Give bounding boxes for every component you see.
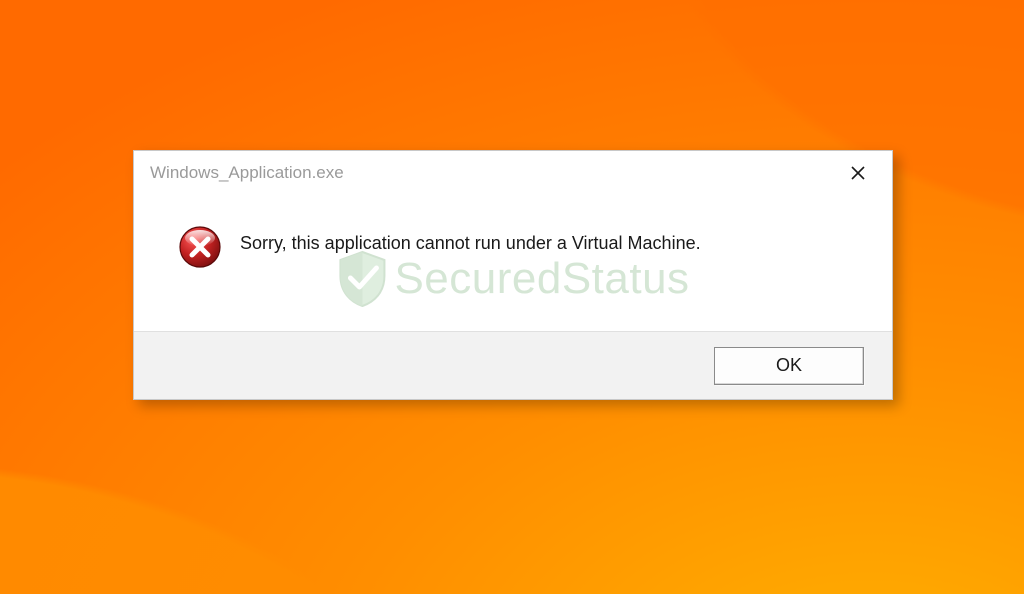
watermark-text: SecuredStatus bbox=[394, 254, 689, 304]
shield-check-icon bbox=[336, 250, 388, 308]
close-icon bbox=[850, 165, 866, 181]
error-dialog: Windows_Application.exe bbox=[133, 150, 893, 400]
ok-button[interactable]: OK bbox=[714, 347, 864, 385]
dialog-message: Sorry, this application cannot run under… bbox=[240, 233, 701, 254]
ok-button-label: OK bbox=[776, 355, 802, 376]
watermark: SecuredStatus bbox=[336, 250, 689, 308]
dialog-titlebar[interactable]: Windows_Application.exe bbox=[134, 151, 892, 195]
dialog-footer: OK bbox=[134, 331, 892, 399]
dialog-title: Windows_Application.exe bbox=[150, 163, 344, 183]
dialog-content: Sorry, this application cannot run under… bbox=[134, 195, 892, 331]
desktop-background: Windows_Application.exe bbox=[0, 0, 1024, 594]
error-icon bbox=[178, 225, 222, 274]
close-button[interactable] bbox=[836, 159, 880, 187]
